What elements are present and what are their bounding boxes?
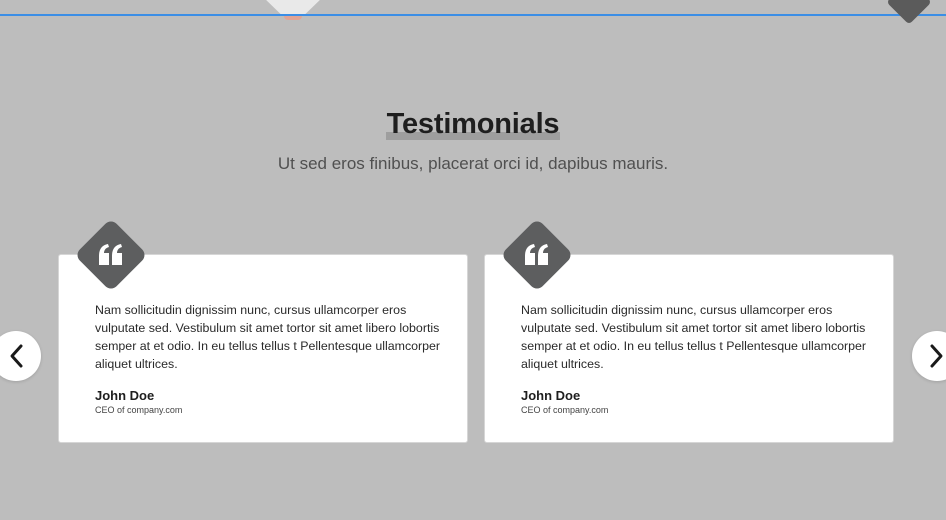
testimonial-card: Nam sollicitudin dignissim nunc, cursus … [58, 218, 468, 443]
testimonial-quote: Nam sollicitudin dignissim nunc, cursus … [521, 303, 867, 371]
top-decorative-accent [284, 16, 302, 20]
quote-badge [500, 218, 574, 292]
top-decorative-shape [262, 0, 324, 14]
testimonial-author: John Doe [95, 388, 155, 403]
testimonial-card: Nam sollicitudin dignissim nunc, cursus … [484, 218, 894, 443]
top-divider-line [0, 14, 946, 16]
quote-icon [511, 229, 563, 281]
section-title: Testimonials [385, 106, 561, 142]
carousel-next-button[interactable] [912, 331, 946, 381]
chevron-right-icon [930, 344, 943, 368]
section-title-wrap: Testimonials [0, 106, 946, 142]
testimonial-quote: Nam sollicitudin dignissim nunc, cursus … [95, 303, 441, 371]
testimonial-author: John Doe [521, 388, 581, 403]
top-decorative-diamond [886, 0, 932, 25]
carousel-prev-button[interactable] [0, 331, 41, 381]
quote-badge [74, 218, 148, 292]
quote-icon [85, 229, 137, 281]
testimonial-role: CEO of company.com [95, 405, 183, 415]
testimonial-role: CEO of company.com [521, 405, 609, 415]
section-subtitle: Ut sed eros finibus, placerat orci id, d… [277, 154, 669, 173]
chevron-left-icon [10, 344, 23, 368]
